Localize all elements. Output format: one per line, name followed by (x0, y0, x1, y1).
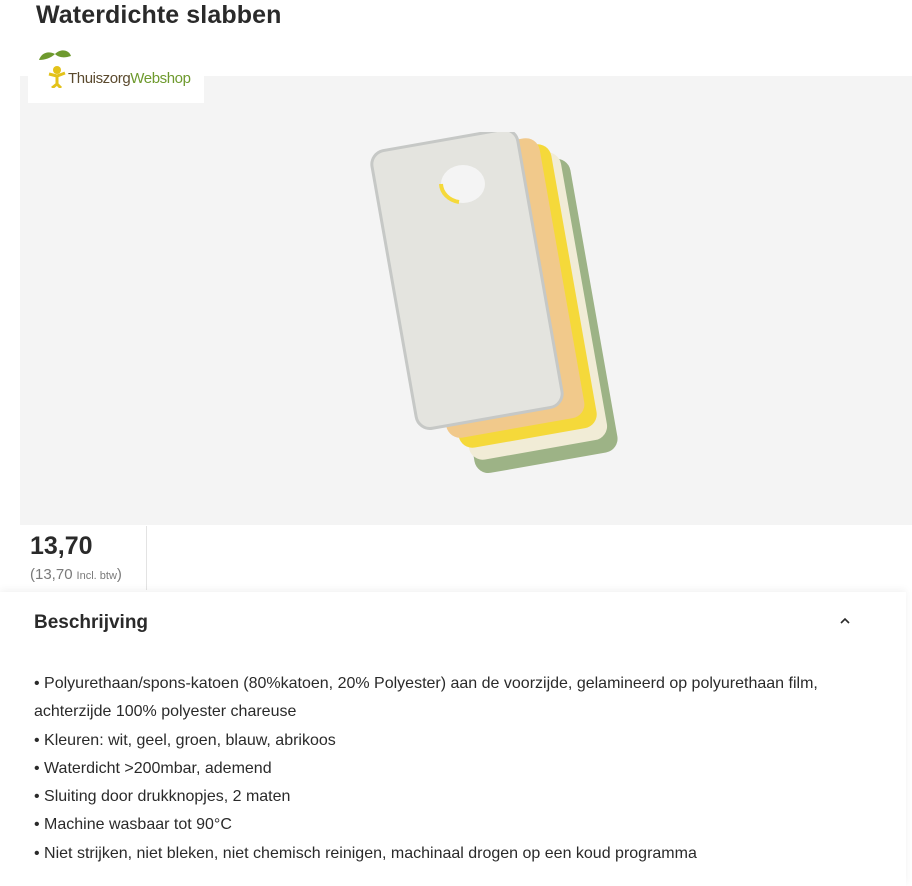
page-title: Waterdichte slabben (36, 1, 282, 29)
list-item: Niet strijken, niet bleken, niet chemisc… (34, 840, 894, 868)
list-item: Polyurethaan/spons-katoen (80%katoen, 20… (34, 670, 894, 727)
description-heading[interactable]: Beschrijving (34, 612, 148, 634)
chevron-up-icon[interactable] (838, 616, 852, 626)
list-item: Waterdicht >200mbar, ademend (34, 755, 894, 783)
bibs-product-image (370, 132, 618, 474)
list-item: Kleuren: wit, geel, groen, blauw, abriko… (34, 727, 894, 755)
description-section: Beschrijving Polyurethaan/spons-katoen (… (0, 592, 906, 886)
list-item: Machine wasbaar tot 90°C (34, 811, 894, 839)
price-incl-vat: (13,70 Incl. btw) (30, 566, 122, 583)
product-image-area[interactable] (20, 76, 912, 525)
logo-text: ThuiszorgWebshop (68, 70, 191, 87)
price-box: 13,70 (13,70 Incl. btw) (20, 526, 147, 590)
feature-list: Polyurethaan/spons-katoen (80%katoen, 20… (34, 670, 894, 868)
brand-logo[interactable]: ThuiszorgWebshop (28, 42, 204, 103)
price: 13,70 (30, 532, 93, 560)
list-item: Sluiting door drukknopjes, 2 maten (34, 783, 894, 811)
